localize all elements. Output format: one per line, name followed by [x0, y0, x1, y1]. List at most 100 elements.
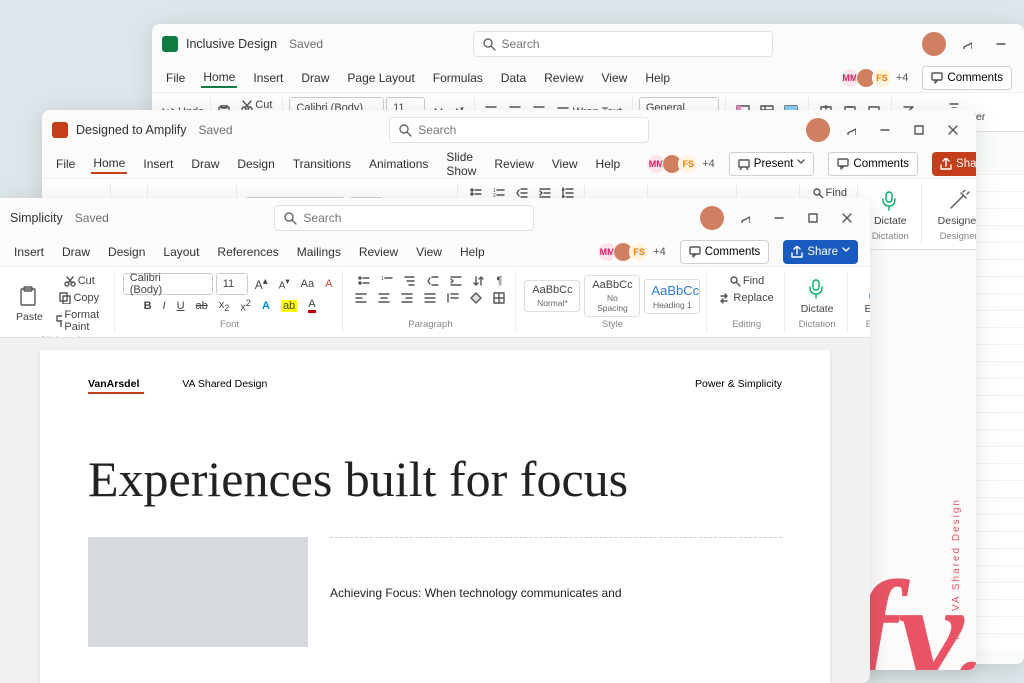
italic[interactable]: I: [159, 296, 170, 316]
change-case[interactable]: Aa: [297, 273, 318, 295]
menu-file[interactable]: File: [54, 155, 77, 173]
megaphone-icon[interactable]: [954, 31, 980, 57]
menu-view[interactable]: View: [414, 243, 444, 261]
copy-button[interactable]: Copy: [51, 290, 108, 306]
menu-design[interactable]: Design: [235, 155, 276, 173]
comments-button[interactable]: Comments: [828, 152, 918, 176]
megaphone-icon[interactable]: [732, 205, 758, 231]
search-input[interactable]: [502, 37, 764, 51]
menu-draw[interactable]: Draw: [189, 155, 221, 173]
menu-insert[interactable]: Insert: [12, 243, 46, 261]
multilevel[interactable]: [400, 273, 420, 289]
spreadsheet-grid[interactable]: [974, 172, 1024, 650]
menu-help[interactable]: Help: [643, 69, 672, 87]
borders[interactable]: [489, 290, 509, 306]
maximize-button[interactable]: [906, 117, 932, 143]
menu-home[interactable]: Home: [201, 68, 237, 88]
avatar[interactable]: [806, 118, 830, 142]
presence-more[interactable]: +4: [653, 246, 666, 258]
close-button[interactable]: [940, 117, 966, 143]
dictate-button[interactable]: Dictate: [866, 186, 915, 231]
editor-button[interactable]: Editor: [856, 274, 870, 319]
clear-format[interactable]: A: [321, 273, 336, 295]
heading[interactable]: Experiences built for focus: [88, 452, 782, 507]
text-effects[interactable]: A: [258, 296, 274, 316]
presence-fs[interactable]: FS: [872, 68, 892, 88]
megaphone-icon[interactable]: [838, 117, 864, 143]
paste-button[interactable]: Paste: [12, 284, 47, 325]
menu-insert[interactable]: Insert: [141, 155, 175, 173]
highlight[interactable]: ab: [277, 296, 301, 316]
share-button[interactable]: Share: [783, 240, 858, 264]
menu-data[interactable]: Data: [499, 69, 528, 87]
justify[interactable]: [420, 290, 440, 306]
menu-references[interactable]: References: [215, 243, 280, 261]
presence-stack[interactable]: MM FS +4: [844, 68, 909, 88]
document-surface[interactable]: VanArsdel VA Shared Design Power & Simpl…: [0, 338, 870, 683]
menu-help[interactable]: Help: [594, 155, 623, 173]
search-box[interactable]: [389, 117, 649, 143]
menu-draw[interactable]: Draw: [299, 69, 331, 87]
bullets[interactable]: [354, 273, 374, 289]
maximize-button[interactable]: [800, 205, 826, 231]
replace-button[interactable]: Replace: [715, 290, 777, 306]
underline[interactable]: U: [173, 296, 189, 316]
menu-formulas[interactable]: Formulas: [431, 69, 485, 87]
size-select[interactable]: 11: [216, 273, 248, 295]
present-button[interactable]: Present: [729, 152, 815, 176]
sort[interactable]: [469, 273, 489, 289]
subheading[interactable]: Achieving Focus: When technology communi…: [330, 537, 782, 647]
show-marks[interactable]: ¶: [492, 273, 506, 289]
search-box[interactable]: [274, 205, 534, 231]
dictate-button[interactable]: Dictate: [793, 274, 842, 319]
search-input[interactable]: [418, 123, 640, 137]
strike[interactable]: ab: [192, 296, 212, 316]
subscript[interactable]: x2: [215, 296, 234, 316]
format-painter[interactable]: Format Paint: [51, 307, 108, 335]
minimize-button[interactable]: [872, 117, 898, 143]
search-input[interactable]: [303, 211, 525, 225]
find-button[interactable]: Find: [725, 273, 768, 289]
menu-animations[interactable]: Animations: [367, 155, 430, 173]
menu-review[interactable]: Review: [492, 155, 535, 173]
align-left[interactable]: [351, 290, 371, 306]
align-right[interactable]: [397, 290, 417, 306]
menu-mailings[interactable]: Mailings: [295, 243, 343, 261]
presence-stack[interactable]: MM FS +4: [650, 154, 715, 174]
image-placeholder[interactable]: [88, 537, 308, 647]
avatar[interactable]: [700, 206, 724, 230]
share-button[interactable]: Share: [932, 152, 976, 176]
menu-draw[interactable]: Draw: [60, 243, 92, 261]
font-color[interactable]: A: [304, 296, 319, 316]
presence-fs[interactable]: FS: [678, 154, 698, 174]
menu-design[interactable]: Design: [106, 243, 147, 261]
presence-more[interactable]: +4: [702, 158, 715, 170]
menu-insert[interactable]: Insert: [251, 69, 285, 87]
numbering[interactable]: 1: [377, 273, 397, 289]
menu-layout[interactable]: Layout: [161, 243, 201, 261]
outdent[interactable]: [423, 273, 443, 289]
grow-font[interactable]: A▴: [251, 273, 272, 295]
menu-slideshow[interactable]: Slide Show: [444, 148, 478, 180]
presence-fs[interactable]: FS: [629, 242, 649, 262]
menu-review[interactable]: Review: [357, 243, 400, 261]
menu-home[interactable]: Home: [91, 154, 127, 174]
style-normal[interactable]: AaBbCcNormal*: [524, 280, 580, 312]
style-heading1[interactable]: AaBbCcHeading 1: [644, 279, 700, 314]
presence-stack[interactable]: MM FS +4: [601, 242, 666, 262]
menu-view[interactable]: View: [550, 155, 580, 173]
close-button[interactable]: [834, 205, 860, 231]
style-nospacing[interactable]: AaBbCcNo Spacing: [584, 275, 640, 317]
menu-pagelayout[interactable]: Page Layout: [345, 69, 416, 87]
designer-button[interactable]: Designer: [930, 186, 976, 231]
menu-help[interactable]: Help: [458, 243, 487, 261]
shrink-font[interactable]: A▾: [275, 273, 294, 295]
shading[interactable]: [466, 290, 486, 306]
minimize-button[interactable]: [988, 31, 1014, 57]
comments-button[interactable]: Comments: [680, 240, 770, 264]
search-box[interactable]: [473, 31, 773, 57]
avatar[interactable]: [922, 32, 946, 56]
menu-file[interactable]: File: [164, 69, 187, 87]
doc-title[interactable]: Inclusive Design: [186, 37, 277, 51]
cut-button[interactable]: Cut: [51, 273, 108, 289]
